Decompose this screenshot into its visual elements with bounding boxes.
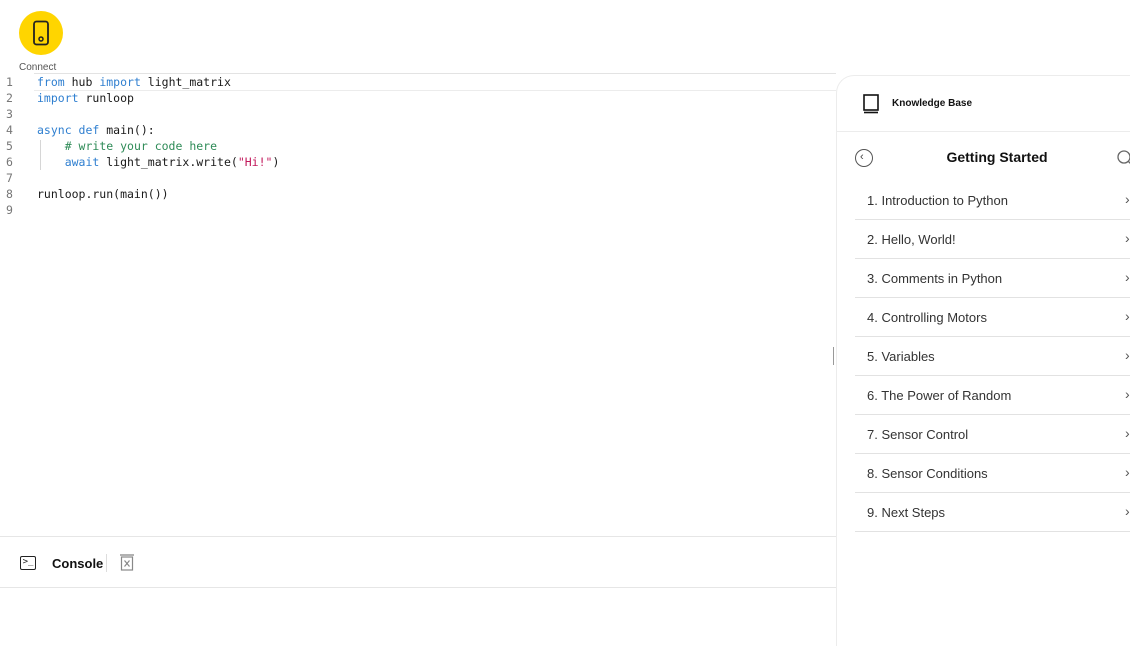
line-number: 4	[6, 122, 26, 138]
code-token: light_matrix	[141, 75, 231, 89]
code-line[interactable]: 8 runloop.run(main())	[0, 186, 836, 202]
lesson-item-label: 8. Sensor Conditions	[867, 466, 988, 481]
book-icon	[863, 94, 879, 114]
chevron-right-icon: ›	[1125, 386, 1130, 402]
line-number: 9	[6, 202, 26, 218]
divider	[106, 554, 107, 572]
code-line[interactable]: 5 # write your code here	[0, 138, 836, 154]
code-token: )	[272, 155, 279, 169]
code-token: light_matrix.write(	[99, 155, 237, 169]
code-token: "Hi!"	[238, 155, 273, 169]
code-text: runloop.run(main())	[37, 186, 169, 202]
lesson-item-label: 7. Sensor Control	[867, 427, 968, 442]
code-line[interactable]: 3	[0, 106, 836, 122]
hub-icon	[19, 11, 63, 55]
code-line[interactable]: 2 import runloop	[0, 90, 836, 106]
chevron-right-icon: ›	[1125, 230, 1130, 246]
knowledge-base-panel: Knowledge Base ‹ Getting Started 1. Intr…	[836, 75, 1130, 646]
line-number: 1	[6, 74, 26, 90]
code-token	[37, 139, 65, 153]
code-token: async def	[37, 123, 99, 137]
chevron-right-icon: ›	[1125, 347, 1130, 363]
lesson-item-label: 5. Variables	[867, 349, 935, 364]
line-number: 2	[6, 90, 26, 106]
code-text: async def main():	[37, 122, 155, 138]
lesson-item[interactable]: 3. Comments in Python ›	[855, 259, 1130, 298]
line-number: 3	[6, 106, 26, 122]
code-token: import	[99, 75, 141, 89]
code-token: from	[37, 75, 65, 89]
code-line[interactable]: 6 await light_matrix.write("Hi!")	[0, 154, 836, 170]
knowledge-base-nav: ‹ Getting Started	[837, 131, 1130, 181]
code-line[interactable]: 7	[0, 170, 836, 186]
code-token: hub	[65, 75, 100, 89]
search-icon[interactable]	[1116, 149, 1130, 167]
line-number: 8	[6, 186, 26, 202]
line-number: 7	[6, 170, 26, 186]
code-editor[interactable]: 1 from hub import light_matrix 2 import run…	[0, 73, 836, 535]
lesson-item[interactable]: 8. Sensor Conditions ›	[855, 454, 1130, 493]
lesson-item[interactable]: 6. The Power of Random ›	[855, 376, 1130, 415]
lesson-item[interactable]: 5. Variables ›	[855, 337, 1130, 376]
knowledge-base-header: Knowledge Base	[837, 76, 1130, 132]
lesson-item[interactable]: 7. Sensor Control ›	[855, 415, 1130, 454]
section-title: Getting Started	[837, 149, 1130, 165]
code-text: await light_matrix.write("Hi!")	[37, 154, 279, 170]
clear-console-icon[interactable]	[118, 552, 136, 572]
chevron-right-icon: ›	[1125, 425, 1130, 441]
chevron-right-icon: ›	[1125, 464, 1130, 480]
chevron-right-icon: ›	[1125, 503, 1130, 519]
code-text: # write your code here	[37, 138, 217, 154]
lesson-item[interactable]: 9. Next Steps ›	[855, 493, 1130, 532]
code-token: await	[65, 155, 100, 169]
code-line[interactable]: 4 async def main():	[0, 122, 836, 138]
lesson-item-label: 4. Controlling Motors	[867, 310, 987, 325]
line-number: 6	[6, 154, 26, 170]
chevron-right-icon: ›	[1125, 191, 1130, 207]
lesson-item[interactable]: 1. Introduction to Python ›	[855, 181, 1130, 220]
connect-label: Connect	[19, 62, 56, 73]
connect-button[interactable]: Connect	[17, 10, 65, 70]
console-label[interactable]: Console	[52, 556, 103, 571]
knowledge-base-title: Knowledge Base	[892, 98, 972, 109]
code-token: runloop.run(main())	[37, 187, 169, 201]
lesson-item-label: 3. Comments in Python	[867, 271, 1002, 286]
line-number: 5	[6, 138, 26, 154]
code-token: main():	[99, 123, 154, 137]
code-line[interactable]: 9	[0, 202, 836, 218]
code-text: import runloop	[37, 90, 134, 106]
code-line[interactable]: 1 from hub import light_matrix	[0, 74, 836, 90]
code-token: # write your code here	[65, 139, 217, 153]
lesson-item-label: 6. The Power of Random	[867, 388, 1011, 403]
chevron-right-icon: ›	[1125, 308, 1130, 324]
lesson-item-label: 2. Hello, World!	[867, 232, 956, 247]
console-bar: >_ Console	[0, 536, 836, 588]
terminal-icon[interactable]: >_	[20, 556, 36, 570]
lesson-item-label: 9. Next Steps	[867, 505, 945, 520]
indent-guide	[40, 140, 41, 170]
lesson-item[interactable]: 4. Controlling Motors ›	[855, 298, 1130, 337]
lesson-item-label: 1. Introduction to Python	[867, 193, 1008, 208]
lesson-item[interactable]: 2. Hello, World! ›	[855, 220, 1130, 259]
code-token: runloop	[79, 91, 134, 105]
code-token	[37, 155, 65, 169]
code-text: from hub import light_matrix	[37, 74, 231, 90]
chevron-right-icon: ›	[1125, 269, 1130, 285]
code-token: import	[37, 91, 79, 105]
